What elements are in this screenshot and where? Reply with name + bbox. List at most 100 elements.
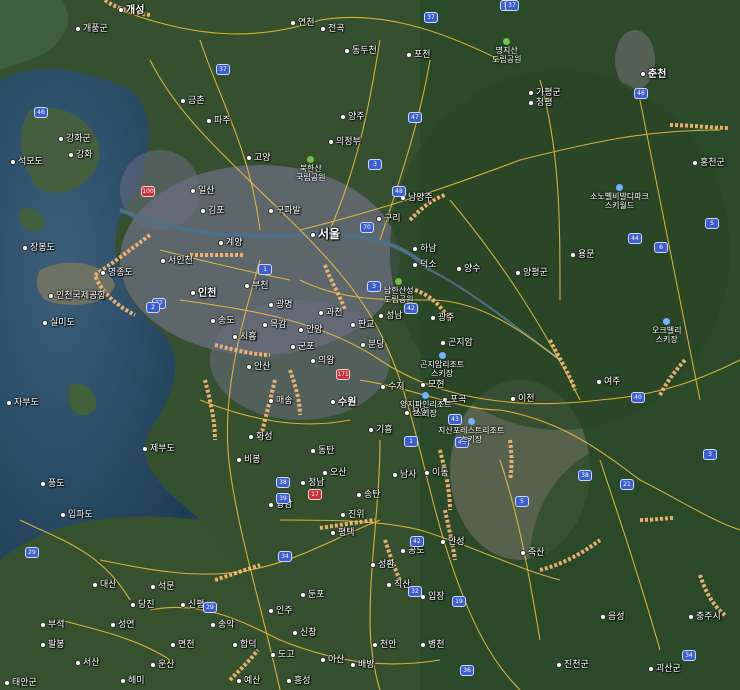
place-name: 영종도 bbox=[108, 268, 133, 278]
route-shield-icon: 5 bbox=[705, 218, 719, 229]
place-dot-icon bbox=[310, 231, 316, 238]
route-shield-icon: 34 bbox=[278, 551, 292, 562]
place-dot-icon bbox=[344, 47, 350, 54]
place-name: 오산 bbox=[330, 468, 347, 478]
place-label-idong: 이동 bbox=[424, 468, 449, 478]
place-dot-icon bbox=[246, 154, 252, 161]
place-name: 파주 bbox=[214, 116, 231, 126]
place-label-mohyeon: 모현 bbox=[420, 380, 445, 390]
place-dot-icon bbox=[190, 290, 196, 296]
place-label-daesan: 대산 bbox=[92, 580, 117, 590]
poi-marker[interactable]: 양지파인리조트 스키장 bbox=[400, 392, 452, 418]
route-shield-icon: 32 bbox=[408, 586, 422, 597]
place-label-uijeongbu: 의정부 bbox=[328, 137, 361, 147]
place-label-maesong: 매송 bbox=[268, 396, 293, 406]
place-label-seosan: 서산 bbox=[75, 658, 100, 668]
place-label-pocheon: 포천 bbox=[406, 50, 431, 60]
place-label-dongducheon: 동두천 bbox=[344, 46, 377, 56]
satellite-map[interactable]: 개성 개풍군 강화군 강화 석모도 장봉도 인천국제공항 실미도 영종도 자부도 제부도 풍도 입파도 당… bbox=[0, 0, 740, 690]
place-dot-icon bbox=[75, 25, 81, 32]
place-dot-icon bbox=[75, 659, 81, 666]
place-name: 배방 bbox=[358, 660, 375, 670]
place-label-gongdo: 공도 bbox=[400, 546, 425, 556]
place-label-gapyeong2: 청평 bbox=[528, 98, 553, 108]
poi-marker[interactable]: 오크밸리 스키장 bbox=[652, 318, 681, 344]
place-dot-icon bbox=[310, 447, 316, 454]
place-name: 의정부 bbox=[336, 137, 361, 147]
place-name: 석문 bbox=[158, 582, 175, 592]
poi-marker[interactable]: 지산포레스트리조트 스키장 bbox=[438, 418, 504, 444]
place-name: 운산 bbox=[158, 660, 175, 670]
place-name: 동탄 bbox=[318, 446, 335, 456]
place-dot-icon bbox=[120, 677, 126, 684]
place-label-jeongnam: 정남 bbox=[300, 478, 325, 488]
poi-marker[interactable]: 소노벨비발디파크 스키월드 bbox=[590, 184, 649, 210]
place-name: 군포 bbox=[298, 342, 315, 352]
place-dot-icon bbox=[58, 135, 64, 142]
place-dot-icon bbox=[262, 321, 268, 328]
place-dot-icon bbox=[232, 333, 238, 340]
place-dot-icon bbox=[368, 426, 374, 433]
place-dot-icon bbox=[200, 207, 206, 214]
place-label-siheung: 시흥 bbox=[232, 332, 257, 342]
poi-label: 스키장 bbox=[414, 409, 437, 418]
place-name: 풍도 bbox=[48, 479, 65, 489]
place-name: 인주 bbox=[276, 606, 293, 616]
place-name: 여주 bbox=[604, 377, 621, 387]
place-dot-icon bbox=[248, 433, 254, 440]
place-label-ipjang: 입장 bbox=[420, 592, 445, 602]
place-name: 광명 bbox=[276, 300, 293, 310]
place-name: 신창 bbox=[300, 628, 317, 638]
route-shield-icon: 19 bbox=[452, 596, 466, 607]
place-name: 진위 bbox=[348, 510, 365, 520]
place-label-namsa: 남사 bbox=[392, 470, 417, 480]
place-name: 강화군 bbox=[66, 134, 91, 144]
place-label-ansan: 안산 bbox=[246, 362, 271, 372]
place-dot-icon bbox=[556, 661, 562, 668]
place-label-songdo: 송도 bbox=[210, 316, 235, 326]
place-name: 정남 bbox=[308, 478, 325, 488]
place-name: 성환 bbox=[378, 560, 395, 570]
place-name: 팔봉 bbox=[48, 640, 65, 650]
place-dot-icon bbox=[42, 319, 48, 326]
place-name: 충주시 bbox=[696, 612, 721, 622]
place-dot-icon bbox=[318, 309, 324, 316]
place-name: 석모도 bbox=[18, 157, 43, 167]
place-dot-icon bbox=[100, 269, 106, 276]
route-shield-icon: 34 bbox=[682, 650, 696, 661]
place-label-jabudo: 자부도 bbox=[6, 398, 39, 408]
place-dot-icon bbox=[246, 363, 252, 370]
poi-marker[interactable]: 북한산 국립공원 bbox=[296, 156, 325, 182]
place-label-dangjin: 당진 bbox=[130, 600, 155, 610]
place-label-hapdeok: 합덕 bbox=[232, 640, 257, 650]
poi-label: 양지파인리조트 bbox=[400, 400, 452, 409]
place-dot-icon bbox=[380, 383, 386, 390]
place-label-yeoju: 여주 bbox=[596, 377, 621, 387]
place-dot-icon bbox=[440, 538, 446, 545]
place-label-jebudo: 제부도 bbox=[142, 444, 175, 454]
route-shield-icon: 37 bbox=[216, 64, 230, 75]
place-dot-icon bbox=[290, 343, 296, 350]
place-dot-icon bbox=[456, 265, 462, 272]
route-shield-icon: 46 bbox=[634, 88, 648, 99]
place-label-yesan: 예산 bbox=[236, 676, 261, 686]
poi-marker[interactable]: 남한산성 도립공원 bbox=[384, 278, 413, 304]
place-dot-icon bbox=[688, 613, 694, 620]
place-dot-icon bbox=[292, 629, 298, 636]
poi-label: 도립공원 bbox=[384, 295, 414, 304]
poi-marker[interactable]: 곤지암리조트 스키장 bbox=[420, 352, 464, 378]
place-name: 양주 bbox=[348, 112, 365, 122]
place-label-geumchon: 금촌 bbox=[180, 96, 205, 106]
place-label-jinwi: 진위 bbox=[340, 510, 365, 520]
poi-marker[interactable]: 명지산 도립공원 bbox=[492, 38, 521, 64]
place-label-sinpyeong: 신평 bbox=[180, 600, 205, 610]
place-name: 목감 bbox=[270, 320, 287, 330]
place-label-dogo: 도고 bbox=[270, 650, 295, 660]
place-dot-icon bbox=[40, 621, 46, 628]
place-name: 제부도 bbox=[150, 444, 175, 454]
place-label-seongyeon: 성연 bbox=[110, 620, 135, 630]
place-name: 춘천 bbox=[648, 69, 667, 80]
place-dot-icon bbox=[340, 511, 346, 518]
poi-label: 스키장 bbox=[655, 335, 678, 344]
place-name: 안성 bbox=[448, 537, 465, 547]
